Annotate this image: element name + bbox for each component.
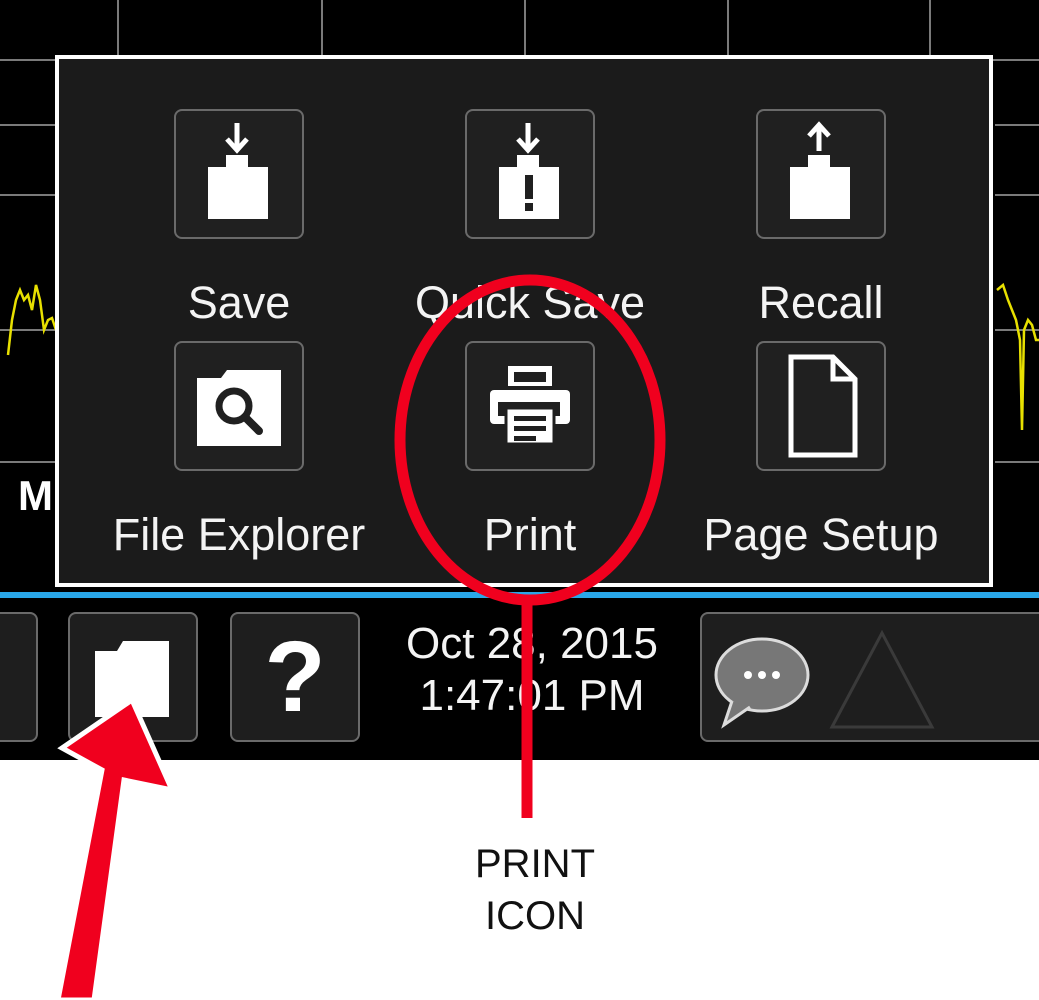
save-tile[interactable] bbox=[174, 109, 304, 239]
folder-icon bbox=[95, 641, 169, 717]
page-setup-button[interactable]: Page Setup bbox=[686, 341, 956, 571]
folder-quick-save-icon bbox=[499, 123, 559, 219]
print-label: Print bbox=[483, 509, 577, 560]
trace-right bbox=[996, 282, 1039, 431]
print-button[interactable]: Print bbox=[395, 341, 665, 571]
accent-bar bbox=[0, 592, 1039, 598]
trace-left bbox=[6, 284, 58, 356]
page-icon bbox=[788, 354, 858, 458]
time-text: 1:47:01 PM bbox=[419, 671, 645, 720]
instrument-screen: M Save Quick Save Recall File Explorer P… bbox=[0, 0, 1039, 760]
save-button[interactable]: Save bbox=[104, 109, 374, 339]
speech-bubble-icon bbox=[714, 637, 810, 729]
folder-search-icon bbox=[197, 370, 281, 446]
page-setup-tile[interactable] bbox=[756, 341, 886, 471]
file-explorer-label: File Explorer bbox=[112, 509, 366, 560]
quick-save-tile[interactable] bbox=[465, 109, 595, 239]
help-button[interactable]: ? bbox=[230, 612, 360, 742]
file-explorer-tile[interactable] bbox=[174, 341, 304, 471]
triangle-icon bbox=[829, 629, 935, 729]
save-label: Save bbox=[187, 277, 291, 328]
file-button[interactable] bbox=[68, 612, 198, 742]
recall-label: Recall bbox=[758, 277, 884, 328]
print-tile[interactable] bbox=[465, 341, 595, 471]
toolbar-button-partial[interactable] bbox=[0, 612, 38, 742]
status-icons bbox=[714, 629, 935, 729]
question-mark-icon: ? bbox=[264, 621, 326, 733]
print-callout-text: PRINT ICON bbox=[475, 842, 595, 938]
status-panel-button[interactable] bbox=[700, 612, 1039, 742]
quick-save-label: Quick Save bbox=[414, 277, 646, 328]
partial-label: M bbox=[18, 472, 53, 519]
date-time-display: Oct 28, 2015 1:47:01 PM bbox=[372, 618, 692, 722]
file-explorer-button[interactable]: File Explorer bbox=[104, 341, 374, 571]
page-setup-label: Page Setup bbox=[703, 509, 939, 560]
quick-save-button[interactable]: Quick Save bbox=[395, 109, 665, 339]
folder-save-icon bbox=[208, 123, 268, 219]
folder-recall-icon bbox=[790, 121, 850, 219]
printer-icon bbox=[490, 366, 570, 446]
date-text: Oct 28, 2015 bbox=[406, 619, 658, 668]
file-menu-popup: Save Quick Save Recall File Explorer Pri… bbox=[55, 55, 993, 587]
recall-button[interactable]: Recall bbox=[686, 109, 956, 339]
recall-tile[interactable] bbox=[756, 109, 886, 239]
